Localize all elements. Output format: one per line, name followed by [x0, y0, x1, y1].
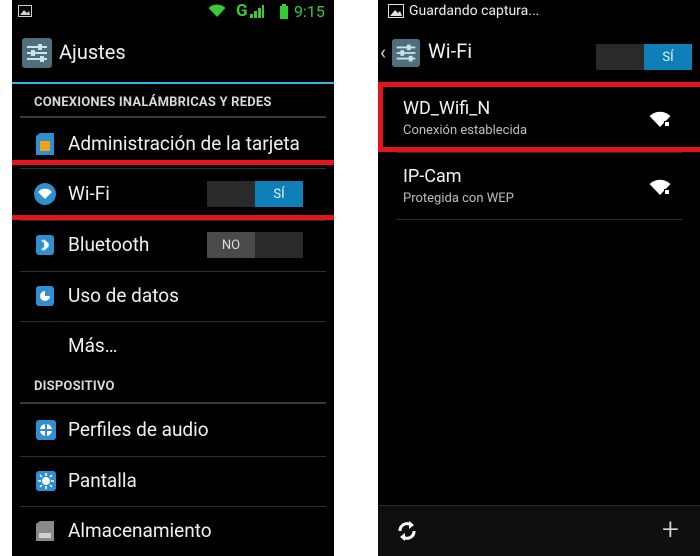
setting-item-display[interactable]: Pantalla	[12, 457, 334, 505]
page-title: Wi-Fi	[428, 39, 473, 63]
settings-app-icon[interactable]	[392, 39, 420, 67]
setting-item-data-usage[interactable]: Uso de datos	[12, 272, 334, 320]
storage-icon	[36, 521, 54, 541]
section-divider	[20, 402, 326, 404]
network-name: IP-Cam	[403, 166, 462, 187]
settings-screen: G 9:15 Ajustes CONEXIONES INALÁMBRICAS Y…	[12, 0, 334, 556]
network-highlight-box	[378, 82, 700, 152]
notification-ticker: Guardando captura...	[409, 3, 540, 19]
status-bar: Guardando captura...	[378, 0, 700, 24]
setting-item-storage[interactable]: Almacenamiento	[12, 507, 334, 555]
screenshot-notification-icon	[388, 4, 404, 18]
setting-label-data-usage: Uso de datos	[68, 284, 179, 307]
page-title: Ajustes	[59, 40, 126, 64]
setting-label-bluetooth: Bluetooth	[68, 233, 150, 256]
network-item[interactable]: IP-Cam Protegida con WEP	[378, 154, 700, 218]
setting-item-audio-profiles[interactable]: Perfiles de audio	[12, 406, 334, 454]
screenshot-notification-icon	[18, 5, 32, 17]
signal-icon	[250, 5, 264, 18]
section-header-device: DISPOSITIVO	[34, 379, 115, 394]
data-usage-icon	[36, 286, 54, 306]
wifi-master-toggle-on: SÍ	[644, 44, 692, 70]
setting-label-storage: Almacenamiento	[68, 519, 212, 542]
setting-item-more[interactable]: Más…	[12, 322, 334, 370]
bluetooth-toggle-off: NO	[207, 232, 255, 258]
action-bar: Ajustes	[12, 24, 334, 84]
network-status: Protegida con WEP	[403, 191, 514, 206]
clock: 9:15	[294, 2, 325, 21]
network-type-label: G	[236, 1, 248, 21]
setting-item-bluetooth[interactable]: Bluetooth NO	[12, 221, 334, 269]
setting-label-audio-profiles: Perfiles de audio	[68, 418, 209, 441]
action-bar: ‹ Wi-Fi SÍ	[378, 24, 700, 84]
battery-icon	[280, 4, 288, 19]
back-chevron-icon[interactable]: ‹	[380, 40, 386, 64]
bluetooth-icon	[36, 235, 54, 255]
settings-app-icon[interactable]	[22, 38, 52, 68]
add-network-icon[interactable]: +	[662, 512, 679, 547]
setting-label-sim: Administración de la tarjeta	[68, 132, 300, 155]
section-header-wireless: CONEXIONES INALÁMBRICAS Y REDES	[34, 95, 272, 110]
wifi-screen: Guardando captura... ‹ Wi-Fi SÍ WD_Wifi_…	[378, 0, 700, 556]
status-bar: G 9:15	[12, 0, 334, 24]
bottom-action-bar: +	[378, 505, 700, 556]
wifi-signal-locked-icon	[649, 179, 671, 195]
divider	[396, 219, 682, 220]
divider	[396, 152, 682, 153]
sim-card-icon	[36, 133, 54, 155]
audio-profiles-icon	[36, 420, 56, 440]
section-divider	[20, 116, 326, 118]
scan-refresh-icon[interactable]	[396, 520, 418, 542]
setting-label-more: Más…	[68, 334, 118, 357]
wifi-highlight-box	[12, 160, 334, 220]
wifi-status-icon	[208, 4, 226, 17]
display-icon	[36, 471, 56, 491]
setting-label-display: Pantalla	[68, 469, 137, 492]
wifi-master-toggle[interactable]: SÍ	[596, 44, 692, 70]
bluetooth-toggle[interactable]: NO	[207, 232, 303, 258]
